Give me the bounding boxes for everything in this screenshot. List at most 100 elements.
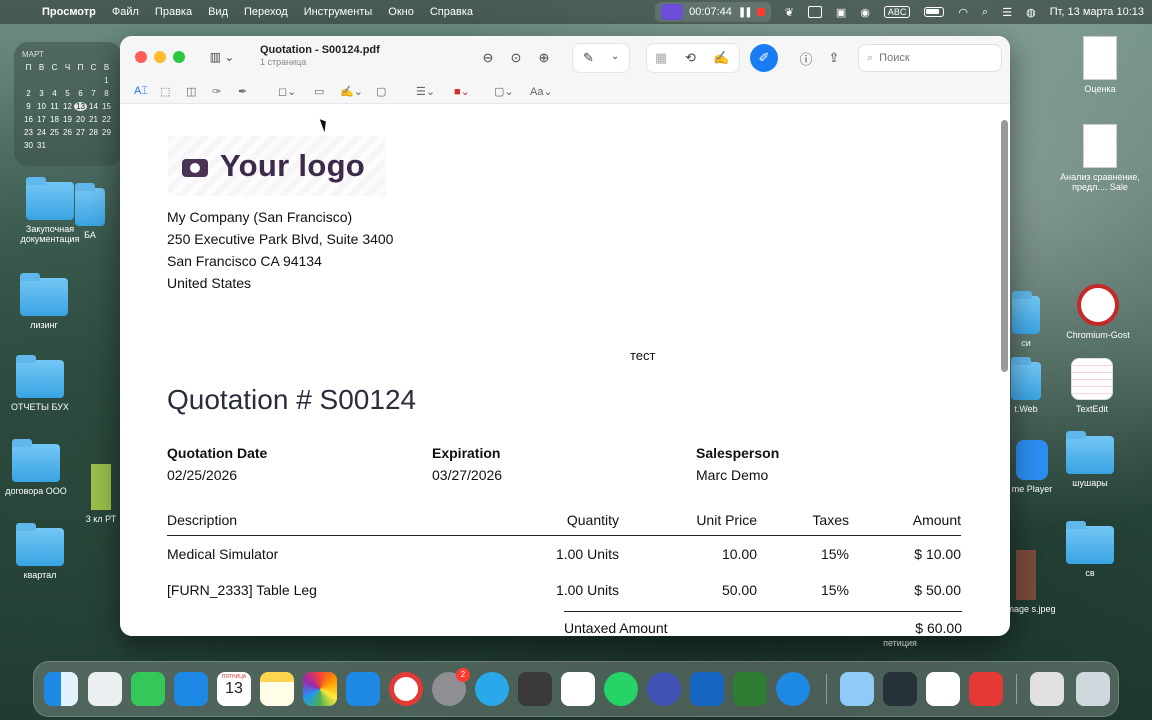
menu-go[interactable]: Переход — [244, 6, 288, 18]
fill-color-icon[interactable]: ▢⌄ — [494, 85, 514, 98]
meta-value: 03/27/2026 — [432, 467, 503, 483]
share-icon: ⇪ — [828, 50, 840, 65]
share-button[interactable]: ⇪ — [822, 46, 846, 70]
calendar-month: МАРТ — [22, 50, 44, 59]
menu-file[interactable]: Файл — [112, 6, 139, 18]
zoom-fit-button[interactable]: ⊙ — [504, 46, 528, 70]
desktop-file[interactable]: 3 кл РТ — [76, 464, 126, 524]
desktop-folder[interactable]: св — [1046, 521, 1134, 578]
minimize-button[interactable] — [154, 51, 166, 63]
textedit-icon[interactable] — [926, 672, 960, 706]
menu-view[interactable]: Вид — [208, 6, 228, 18]
stop-icon[interactable] — [756, 8, 765, 16]
telegram-icon[interactable] — [475, 672, 509, 706]
desktop-folder[interactable]: t.Web — [1004, 357, 1048, 414]
extension-icon[interactable]: ▣ — [836, 6, 846, 19]
menu-app-name[interactable]: Просмотр — [42, 6, 96, 18]
launchpad-icon[interactable] — [88, 672, 122, 706]
menu-tools[interactable]: Инструменты — [304, 6, 373, 18]
yandex-icon[interactable] — [647, 672, 681, 706]
leaf-icon[interactable]: ❦ — [785, 6, 794, 19]
rotate-icon[interactable]: ⟲ — [685, 50, 696, 66]
excel-icon[interactable] — [733, 672, 767, 706]
text-selection-icon[interactable]: A⌶ — [134, 85, 148, 98]
zoom-icon[interactable] — [969, 672, 1003, 706]
trash-icon[interactable] — [1076, 672, 1110, 706]
desktop-file[interactable]: Оценка — [1056, 36, 1144, 94]
calendar-weekday: П — [25, 63, 32, 72]
lasso-icon[interactable]: ◫ — [186, 85, 196, 98]
menu-clock[interactable]: Пт, 13 марта 10:13 — [1050, 6, 1144, 18]
rect-selection-icon[interactable]: ⬚ — [160, 85, 170, 98]
calendar-icon[interactable]: ПЯТНИЦА 13 — [217, 672, 251, 706]
system-settings-icon[interactable]: 2 — [432, 668, 470, 706]
search-input[interactable] — [879, 52, 990, 64]
note-icon[interactable]: ▢ — [376, 85, 386, 98]
whatsapp-icon[interactable] — [604, 672, 638, 706]
pen-tool-group[interactable]: ✎ ⌄ — [572, 43, 630, 73]
folder-icon — [1066, 521, 1114, 564]
shapes-icon[interactable]: ◻⌄ — [278, 85, 296, 98]
text-box-icon[interactable]: ▭ — [314, 85, 324, 98]
screen-recorder-icon[interactable] — [883, 672, 917, 706]
crop-icon[interactable]: ▦ — [655, 50, 667, 66]
zoom-out-button[interactable]: ⊖ — [476, 46, 500, 70]
keyboard-layout[interactable]: ABC — [883, 6, 911, 18]
desktop-app[interactable]: TextEdit — [1048, 358, 1136, 414]
calendar-widget[interactable]: МАРТ П В С Ч П С В 1 2 3 4 5 6 7 8 9 10 11 12 13 14 15 16 17 18 1… — [14, 42, 122, 166]
vpn-icon[interactable] — [840, 672, 874, 706]
mail-icon[interactable] — [174, 672, 208, 706]
desktop-folder[interactable]: ОТЧЕТЫ БУХ — [0, 355, 84, 412]
app-store-icon[interactable] — [346, 672, 380, 706]
messages-icon[interactable] — [131, 672, 165, 706]
battery-icon[interactable] — [924, 7, 945, 17]
desktop-file[interactable]: петиция — [860, 638, 940, 648]
desktop-folder[interactable]: си — [1006, 291, 1046, 348]
control-center-icon[interactable]: ☰ — [1002, 6, 1012, 19]
menu-edit[interactable]: Правка — [155, 6, 192, 18]
calendar-day: 27 — [76, 128, 85, 137]
wifi-icon[interactable]: ◠ — [958, 6, 968, 19]
calculator-icon[interactable] — [518, 672, 552, 706]
photos-icon[interactable] — [303, 672, 337, 706]
media-icon[interactable]: ◉ — [860, 6, 870, 19]
zoom-in-button[interactable]: ⊕ — [532, 46, 556, 70]
desktop-folder[interactable]: БА — [60, 183, 120, 240]
notes-icon[interactable] — [260, 672, 294, 706]
menu-window[interactable]: Окно — [388, 6, 414, 18]
finder-icon[interactable] — [44, 672, 78, 706]
opera-icon[interactable] — [389, 672, 423, 706]
sidebar-toggle-button[interactable]: ▥ ⌄ — [204, 45, 240, 69]
menu-help[interactable]: Справка — [430, 6, 473, 18]
close-button[interactable] — [135, 51, 147, 63]
signature-icon[interactable]: ✍ — [713, 50, 729, 66]
edit-tools-group[interactable]: ▦ ⟲ ✍ — [646, 43, 740, 73]
window-icon[interactable] — [807, 6, 822, 18]
freeform-icon[interactable] — [561, 672, 595, 706]
border-color-icon[interactable]: ■⌄ — [454, 85, 470, 98]
sketch-icon[interactable]: ✑ — [212, 85, 221, 98]
text-annotation[interactable]: тест — [630, 348, 656, 363]
desktop-app[interactable]: Chromium-Gost — [1048, 284, 1148, 340]
draw-icon[interactable]: ✒ — [238, 85, 247, 98]
downloads-stack-icon[interactable] — [1030, 672, 1064, 706]
markup-button[interactable]: ✐ — [750, 44, 778, 72]
siri-icon[interactable]: ◍ — [1026, 6, 1036, 19]
desktop-folder[interactable]: лизинг — [0, 273, 88, 330]
desktop-folder[interactable]: квартал — [0, 523, 84, 580]
search-field[interactable]: ⌕ — [858, 44, 1002, 72]
desktop-folder[interactable]: договора ООО — [0, 439, 80, 496]
vertical-scrollbar[interactable] — [1001, 120, 1008, 372]
text-style-icon[interactable]: Aa⌄ — [530, 85, 553, 98]
word-icon[interactable] — [690, 672, 724, 706]
desktop-file[interactable]: Анализ сравнение, предл.... Sale — [1052, 124, 1148, 192]
calendar-day: 18 — [50, 115, 59, 124]
sign-icon[interactable]: ✍⌄ — [340, 85, 363, 98]
pause-icon[interactable]: ❚❚ — [738, 7, 753, 18]
spotlight-icon[interactable]: ⌕ — [982, 6, 988, 19]
screen-recording-control[interactable]: 00:07:44 ❚❚ — [655, 2, 771, 22]
info-button[interactable]: ⓘ — [794, 46, 818, 70]
safari-icon[interactable] — [776, 672, 810, 706]
fullscreen-button[interactable] — [173, 51, 185, 63]
line-style-icon[interactable]: ☰⌄ — [416, 85, 435, 98]
